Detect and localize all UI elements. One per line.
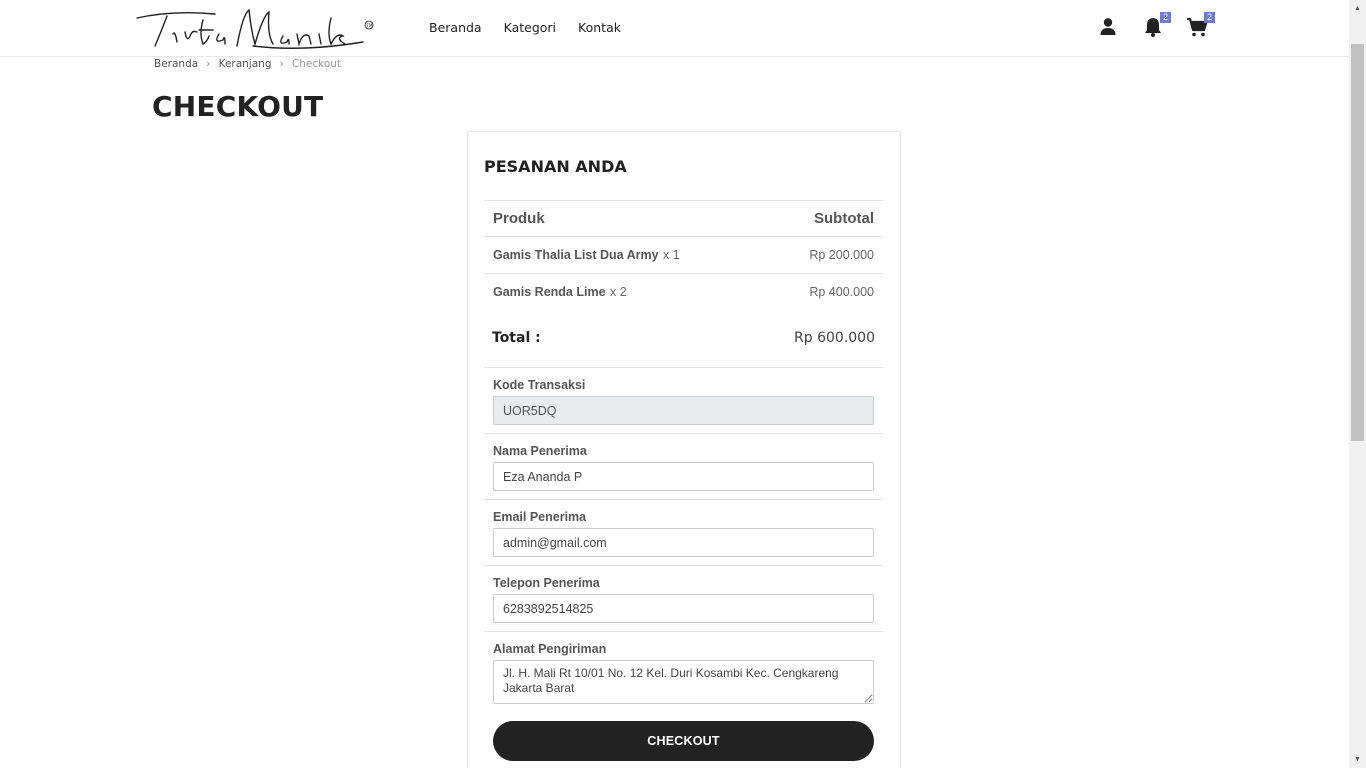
notification-count-badge: 2 — [1159, 12, 1171, 23]
breadcrumb-current: Checkout — [291, 57, 342, 70]
order-item-price: Rp 200.000 — [809, 248, 874, 262]
email-penerima-field[interactable] — [493, 528, 874, 557]
order-item: Gamis Thalia List Dua Army x 1 Rp 200.00… — [484, 236, 883, 273]
order-item-name: Gamis Renda Lime — [493, 285, 606, 299]
order-item-qty: x 2 — [610, 285, 627, 299]
main-nav: Beranda Kategori Kontak — [429, 20, 621, 35]
kode-transaksi-group: Kode Transaksi — [484, 367, 883, 433]
nav-kategori[interactable]: Kategori — [504, 20, 556, 35]
nama-penerima-group: Nama Penerima — [484, 433, 883, 499]
alamat-pengiriman-label: Alamat Pengiriman — [493, 642, 607, 656]
scroll-up-icon[interactable]: ▲ — [1349, 0, 1366, 17]
cart-count-badge: 2 — [1203, 12, 1215, 23]
column-subtotal: Subtotal — [814, 210, 874, 227]
kode-transaksi-label: Kode Transaksi — [493, 378, 586, 392]
order-total-row: Total : Rp 600.000 — [484, 310, 883, 366]
scroll-thumb[interactable] — [1351, 44, 1364, 441]
breadcrumb-keranjang[interactable]: Keranjang — [219, 58, 272, 70]
order-table-header: Produk Subtotal — [484, 200, 883, 236]
page-title: CHECKOUT — [152, 90, 324, 123]
breadcrumb: Beranda › Keranjang › Checkout — [154, 57, 341, 70]
order-summary-card: PESANAN ANDA Produk Subtotal Gamis Thali… — [467, 131, 901, 768]
total-label: Total : — [492, 330, 541, 346]
telepon-penerima-group: Telepon Penerima — [484, 565, 883, 631]
cart-button[interactable]: 2 — [1185, 12, 1215, 39]
chevron-right-icon: › — [279, 57, 284, 70]
email-penerima-label: Email Penerima — [493, 510, 587, 524]
chevron-right-icon: › — [206, 57, 211, 70]
order-item-price: Rp 400.000 — [809, 285, 874, 299]
nama-penerima-field[interactable] — [493, 462, 874, 491]
nama-penerima-label: Nama Penerima — [493, 444, 587, 458]
kode-transaksi-field[interactable] — [493, 396, 874, 425]
telepon-penerima-label: Telepon Penerima — [493, 576, 600, 590]
order-title: PESANAN ANDA — [484, 157, 627, 176]
user-icon — [1100, 18, 1116, 35]
order-item-name: Gamis Thalia List Dua Army — [493, 248, 659, 262]
notifications-button[interactable]: 2 — [1141, 12, 1171, 39]
svg-text:TM: TM — [366, 23, 373, 28]
email-penerima-group: Email Penerima — [484, 499, 883, 565]
page-scrollbar[interactable]: ▲ ▼ — [1349, 0, 1366, 768]
telepon-penerima-field[interactable] — [493, 594, 874, 623]
checkout-form: Kode Transaksi Nama Penerima Email Pener… — [484, 367, 883, 712]
order-item-qty: x 1 — [663, 248, 680, 262]
order-item: Gamis Renda Lime x 2 Rp 400.000 — [484, 273, 883, 310]
nav-kontak[interactable]: Kontak — [578, 20, 621, 35]
total-value: Rp 600.000 — [794, 330, 875, 346]
alamat-pengiriman-field[interactable]: Jl. H. Mali Rt 10/01 No. 12 Kel. Duri Ko… — [493, 660, 874, 704]
column-product: Produk — [493, 210, 545, 227]
checkout-button[interactable]: CHECKOUT — [493, 721, 874, 761]
breadcrumb-beranda[interactable]: Beranda — [154, 58, 198, 70]
brand-logo[interactable]: TM — [133, 4, 378, 52]
order-table: Produk Subtotal Gamis Thalia List Dua Ar… — [484, 200, 883, 366]
scroll-down-icon[interactable]: ▼ — [1349, 751, 1366, 768]
user-account-button[interactable] — [1096, 15, 1120, 39]
alamat-pengiriman-group: Alamat Pengiriman Jl. H. Mali Rt 10/01 N… — [484, 631, 883, 712]
site-header: TM Beranda Kategori Kontak 2 2 — [0, 0, 1349, 57]
nav-beranda[interactable]: Beranda — [429, 20, 482, 35]
